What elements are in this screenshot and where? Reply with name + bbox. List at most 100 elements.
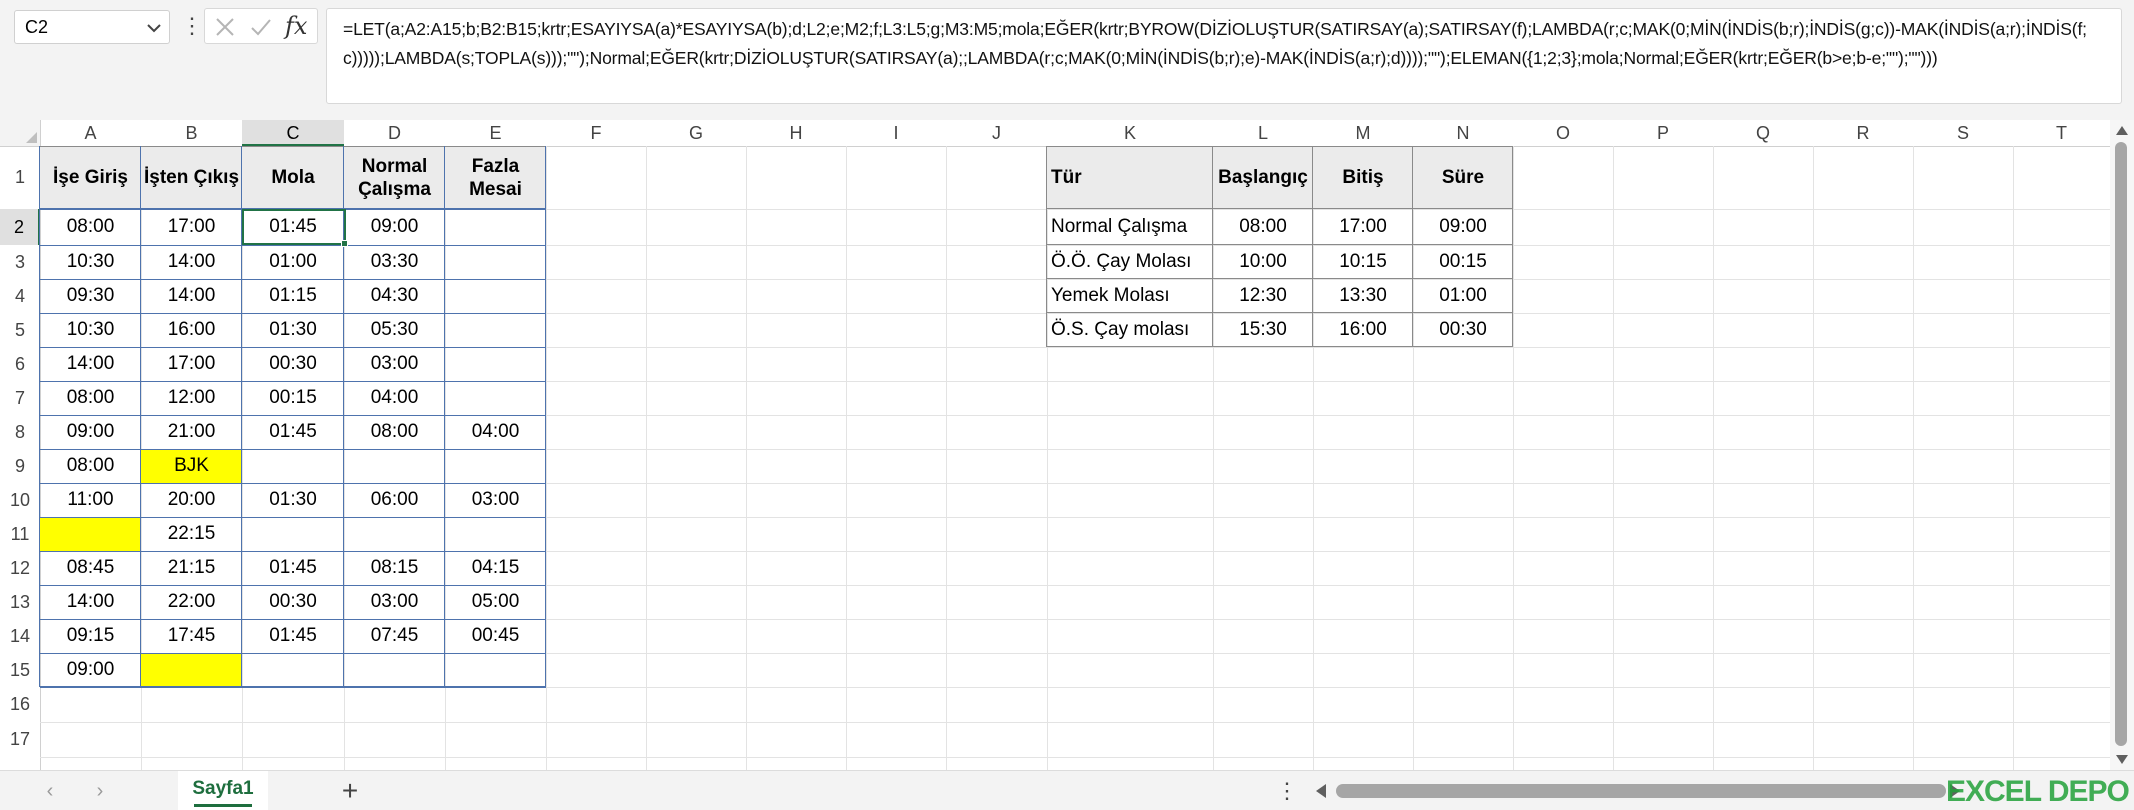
column-header-h[interactable]: H <box>746 120 846 146</box>
ref-table-header[interactable]: Süre <box>1413 146 1513 209</box>
column-header-n[interactable]: N <box>1413 120 1513 146</box>
row-header-6[interactable]: 6 <box>0 347 40 381</box>
table-cell[interactable]: 07:45 <box>344 619 445 653</box>
column-header-p[interactable]: P <box>1613 120 1713 146</box>
cancel-icon[interactable] <box>213 15 237 39</box>
column-header-o[interactable]: O <box>1513 120 1613 146</box>
table-cell[interactable]: 08:00 <box>40 209 141 245</box>
scroll-left-icon[interactable] <box>1316 784 1326 798</box>
column-header-m[interactable]: M <box>1313 120 1413 146</box>
ref-table-header[interactable]: Başlangıç <box>1213 146 1313 209</box>
chevron-down-icon[interactable] <box>145 19 163 37</box>
table-cell[interactable]: 01:00 <box>242 245 344 279</box>
ref-table-cell[interactable]: 00:30 <box>1413 313 1513 347</box>
table-cell[interactable]: 17:45 <box>141 619 242 653</box>
table-cell[interactable]: 08:00 <box>344 415 445 449</box>
column-header-l[interactable]: L <box>1213 120 1313 146</box>
row-header-3[interactable]: 3 <box>0 245 40 279</box>
ref-table-cell[interactable]: 17:00 <box>1313 209 1413 245</box>
next-sheet-icon[interactable]: › <box>88 779 112 803</box>
ref-table-cell[interactable]: 10:00 <box>1213 245 1313 279</box>
active-cell-c2[interactable] <box>242 209 346 245</box>
table-cell[interactable] <box>445 209 546 245</box>
row-header-16[interactable]: 16 <box>0 687 40 722</box>
row-header-2[interactable]: 2 <box>0 209 40 245</box>
table-cell[interactable]: 22:00 <box>141 585 242 619</box>
row-header-17[interactable]: 17 <box>0 722 40 757</box>
name-box[interactable]: C2 <box>14 10 170 44</box>
fill-handle[interactable] <box>341 240 348 247</box>
table-cell[interactable]: 14:00 <box>141 245 242 279</box>
row-header-15[interactable]: 15 <box>0 653 40 687</box>
row-header-8[interactable]: 8 <box>0 415 40 449</box>
row-header-1[interactable]: 1 <box>0 146 40 209</box>
table-cell[interactable]: 09:00 <box>344 209 445 245</box>
table-cell[interactable]: 04:00 <box>344 381 445 415</box>
column-header-c[interactable]: C <box>242 120 344 146</box>
select-all-corner[interactable] <box>0 120 40 146</box>
table-cell[interactable] <box>344 517 445 551</box>
column-header-g[interactable]: G <box>646 120 746 146</box>
table-cell[interactable]: 11:00 <box>40 483 141 517</box>
ref-table-cell[interactable]: 12:30 <box>1213 279 1313 313</box>
table-cell[interactable]: 21:00 <box>141 415 242 449</box>
row-header-4[interactable]: 4 <box>0 279 40 313</box>
table-cell[interactable]: 03:00 <box>344 585 445 619</box>
table-cell[interactable]: 03:30 <box>344 245 445 279</box>
table-cell[interactable] <box>40 517 141 551</box>
table-cell[interactable] <box>445 517 546 551</box>
table-cell[interactable]: 12:00 <box>141 381 242 415</box>
table-cell[interactable] <box>445 313 546 347</box>
main-table-header[interactable]: Normal Çalışma <box>344 146 445 209</box>
main-table-header[interactable]: Mola <box>242 146 344 209</box>
table-cell[interactable] <box>445 653 546 687</box>
table-cell[interactable]: 14:00 <box>40 347 141 381</box>
column-header-j[interactable]: J <box>946 120 1047 146</box>
insert-function-icon[interactable]: fx <box>285 12 315 40</box>
table-cell[interactable]: 08:45 <box>40 551 141 585</box>
table-cell[interactable]: 10:30 <box>40 313 141 347</box>
scroll-down-icon[interactable] <box>2116 755 2128 764</box>
column-header-q[interactable]: Q <box>1713 120 1813 146</box>
ref-table-cell[interactable]: 13:30 <box>1313 279 1413 313</box>
row-header-12[interactable]: 12 <box>0 551 40 585</box>
ref-table-header[interactable]: Bitiş <box>1313 146 1413 209</box>
table-cell[interactable]: 04:15 <box>445 551 546 585</box>
column-header-d[interactable]: D <box>344 120 445 146</box>
table-cell[interactable] <box>445 245 546 279</box>
row-header-14[interactable]: 14 <box>0 619 40 653</box>
ref-table-cell[interactable]: Yemek Molası <box>1047 279 1213 313</box>
table-cell[interactable]: 17:00 <box>141 347 242 381</box>
column-header-s[interactable]: S <box>1913 120 2013 146</box>
table-cell[interactable]: 04:30 <box>344 279 445 313</box>
table-cell[interactable]: 01:45 <box>242 619 344 653</box>
table-cell[interactable]: 08:00 <box>40 381 141 415</box>
table-cell[interactable]: 14:00 <box>40 585 141 619</box>
row-header-7[interactable]: 7 <box>0 381 40 415</box>
column-header-e[interactable]: E <box>445 120 546 146</box>
sheet-tab-sayfa1[interactable]: Sayfa1 <box>178 771 268 810</box>
enter-check-icon[interactable] <box>249 15 273 39</box>
table-cell[interactable]: BJK <box>141 449 242 483</box>
table-cell[interactable] <box>344 449 445 483</box>
table-cell[interactable]: 01:45 <box>242 415 344 449</box>
table-cell[interactable]: 16:00 <box>141 313 242 347</box>
table-cell[interactable]: 09:15 <box>40 619 141 653</box>
table-cell[interactable] <box>141 653 242 687</box>
formula-input[interactable]: =LET(a;A2:A15;b;B2:B15;krtr;ESAYIYSA(a)*… <box>326 8 2122 104</box>
prev-sheet-icon[interactable]: ‹ <box>38 779 62 803</box>
main-table-header[interactable]: Fazla Mesai <box>445 146 546 209</box>
table-cell[interactable]: 01:15 <box>242 279 344 313</box>
main-table-header[interactable]: İşe Giriş <box>40 146 141 209</box>
table-cell[interactable]: 05:30 <box>344 313 445 347</box>
table-cell[interactable]: 08:15 <box>344 551 445 585</box>
table-cell[interactable]: 03:00 <box>445 483 546 517</box>
ref-table-cell[interactable]: 15:30 <box>1213 313 1313 347</box>
vertical-scroll-thumb[interactable] <box>2115 142 2127 746</box>
table-cell[interactable]: 01:30 <box>242 483 344 517</box>
table-cell[interactable]: 20:00 <box>141 483 242 517</box>
table-cell[interactable] <box>344 653 445 687</box>
table-cell[interactable]: 05:00 <box>445 585 546 619</box>
table-cell[interactable]: 14:00 <box>141 279 242 313</box>
ref-table-cell[interactable]: Ö.Ö. Çay Molası <box>1047 245 1213 279</box>
